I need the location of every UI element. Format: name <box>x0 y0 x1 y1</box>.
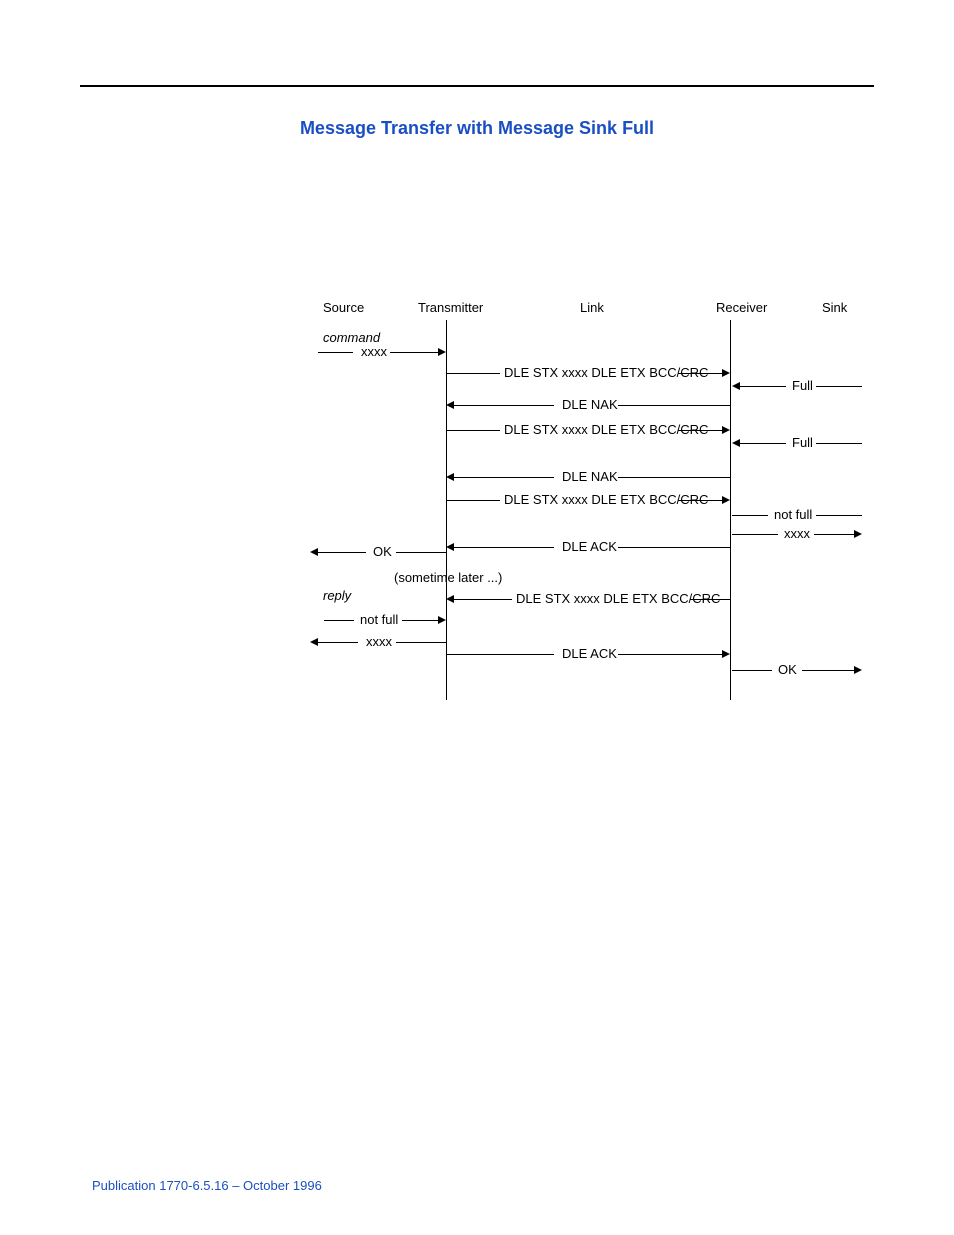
arrow-link-2b <box>618 405 730 406</box>
col-header-sink: Sink <box>822 300 847 315</box>
label-sometime-later: (sometime later ...) <box>394 570 502 585</box>
label-ok-2: OK <box>778 662 797 677</box>
arrow-sink-3a <box>732 515 768 516</box>
arrowhead-r-8 <box>854 666 862 674</box>
label-notfull-1: not full <box>774 507 812 522</box>
arrowhead-l-8 <box>310 638 318 646</box>
arrow-tx-src-2a <box>318 642 358 643</box>
arrow-link-3b <box>678 430 722 431</box>
arrow-link-3a <box>446 430 500 431</box>
lifeline-receiver <box>730 320 731 700</box>
arrow-link-7b <box>690 599 730 600</box>
arrow-sink-5b <box>802 670 854 671</box>
sequence-diagram: Source Transmitter Link Receiver Sink co… <box>318 300 884 720</box>
label-dleack-2: DLE ACK <box>562 646 617 661</box>
arrow-link-5a <box>446 500 500 501</box>
arrow-sink-2a <box>740 443 786 444</box>
arrow-tx-src-2b <box>396 642 446 643</box>
arrow-sink-4a <box>732 534 778 535</box>
label-reply: reply <box>323 588 351 603</box>
arrow-link-2a <box>454 405 554 406</box>
arrowhead-l-6 <box>310 548 318 556</box>
col-header-source: Source <box>323 300 364 315</box>
label-dlenak-2: DLE NAK <box>562 469 618 484</box>
arrow-link-5b <box>678 500 722 501</box>
label-xxxx-2: xxxx <box>784 526 810 541</box>
arrowhead-l-1 <box>732 382 740 390</box>
short-line-1 <box>318 352 353 353</box>
label-notfull-2: not full <box>360 612 398 627</box>
label-ok-1: OK <box>373 544 392 559</box>
lifeline-transmitter <box>446 320 447 700</box>
arrow-src-tx-2a <box>324 620 354 621</box>
label-xxxx-3: xxxx <box>366 634 392 649</box>
label-command: command <box>323 330 380 345</box>
arrow-link-4a <box>454 477 554 478</box>
arrowhead-l-4 <box>446 473 454 481</box>
col-header-link: Link <box>580 300 604 315</box>
arrowhead-l-7 <box>446 595 454 603</box>
arrow-src-tx-2b <box>402 620 438 621</box>
col-header-transmitter: Transmitter <box>418 300 483 315</box>
arrow-sink-1b <box>816 386 862 387</box>
arrowhead-r-1 <box>438 348 446 356</box>
arrow-tx-src-1b <box>396 552 446 553</box>
arrowhead-l-3 <box>732 439 740 447</box>
arrow-link-4b <box>618 477 730 478</box>
label-full-2: Full <box>792 435 813 450</box>
arrow-link-8a <box>446 654 554 655</box>
arrow-sink-3b <box>816 515 862 516</box>
arrow-link-1b <box>678 373 722 374</box>
page-title: Message Transfer with Message Sink Full <box>0 118 954 139</box>
label-xxxx-1: xxxx <box>361 344 387 359</box>
label-dlenak-1: DLE NAK <box>562 397 618 412</box>
label-dleack-1: DLE ACK <box>562 539 617 554</box>
arrowhead-r-5 <box>854 530 862 538</box>
arrow-link-8b <box>618 654 722 655</box>
arrowhead-r-2 <box>722 369 730 377</box>
arrow-sink-4b <box>814 534 854 535</box>
arrow-sink-1a <box>740 386 786 387</box>
arrowhead-r-3 <box>722 426 730 434</box>
arrow-src-tx-1 <box>390 352 438 353</box>
label-full-1: Full <box>792 378 813 393</box>
arrowhead-l-2 <box>446 401 454 409</box>
arrow-sink-2b <box>816 443 862 444</box>
arrow-link-6a <box>454 547 554 548</box>
arrow-link-7a <box>454 599 512 600</box>
publication-footer: Publication 1770-6.5.16 – October 1996 <box>92 1178 322 1193</box>
arrow-sink-5a <box>732 670 772 671</box>
arrow-tx-src-1a <box>318 552 366 553</box>
arrow-link-1a <box>446 373 500 374</box>
arrowhead-l-5 <box>446 543 454 551</box>
arrowhead-r-4 <box>722 496 730 504</box>
arrow-link-6b <box>618 547 730 548</box>
horizontal-rule <box>80 85 874 87</box>
col-header-receiver: Receiver <box>716 300 767 315</box>
arrowhead-r-7 <box>722 650 730 658</box>
arrowhead-r-6 <box>438 616 446 624</box>
